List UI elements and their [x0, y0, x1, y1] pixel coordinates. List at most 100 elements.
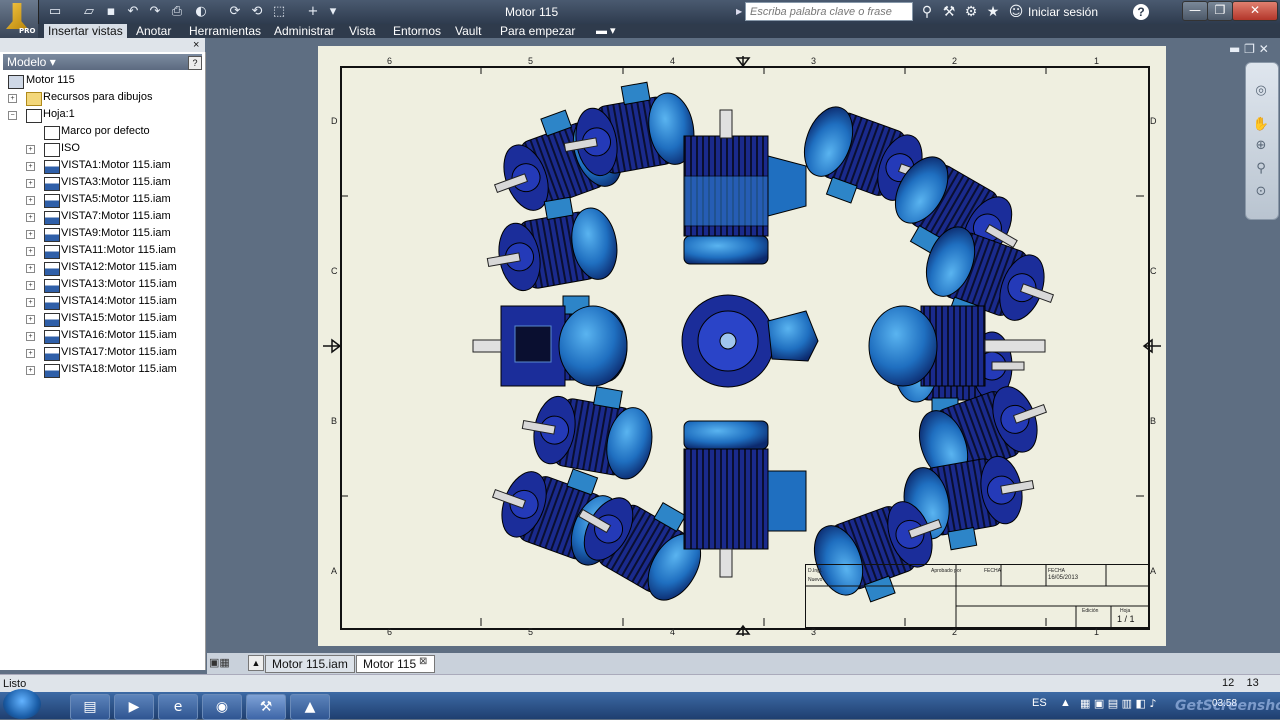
- search-expand-icon[interactable]: ▶: [736, 3, 745, 20]
- tab-anotar[interactable]: Anotar: [132, 24, 175, 38]
- browser-close-icon[interactable]: ×: [193, 39, 199, 51]
- tree-item-view[interactable]: + VISTA17:Motor 115.iam: [0, 345, 204, 362]
- motor-view-front: [681, 294, 819, 388]
- save-icon[interactable]: ▪: [102, 3, 120, 21]
- subscription-icon[interactable]: ⚙: [962, 3, 980, 21]
- tools-icon[interactable]: ⚒: [940, 3, 958, 21]
- tab-herramientas[interactable]: Herramientas: [185, 24, 265, 38]
- tab-vault[interactable]: Vault: [451, 24, 485, 38]
- vlc-icon[interactable]: ▲: [290, 694, 330, 720]
- tree-item-iso[interactable]: + ISO: [0, 141, 204, 158]
- tab-administrar[interactable]: Administrar: [270, 24, 339, 38]
- status-numbers: 12 13: [1222, 677, 1259, 689]
- update-all-icon[interactable]: ⟲: [248, 3, 266, 21]
- pan-icon[interactable]: ✋: [1252, 116, 1270, 134]
- tile-windows-icon[interactable]: ▣▦: [209, 656, 230, 669]
- update-icon[interactable]: ⟳: [226, 3, 244, 21]
- tree-item-view[interactable]: + VISTA1:Motor 115.iam: [0, 158, 204, 175]
- tree-item-view[interactable]: + VISTA15:Motor 115.iam: [0, 311, 204, 328]
- border-icon: [44, 126, 60, 140]
- search-input[interactable]: Escriba palabra clave o frase: [745, 2, 913, 21]
- zoom-icon[interactable]: ⚲: [1252, 160, 1270, 178]
- zoom-window-icon[interactable]: ⊙: [1252, 183, 1270, 201]
- new-icon[interactable]: ▭: [46, 3, 64, 21]
- motor-drawing[interactable]: [318, 46, 1166, 646]
- motor-views: [472, 81, 1055, 603]
- ribbon-options-icon[interactable]: ▬ ▾: [596, 24, 616, 37]
- expand-icon[interactable]: +: [26, 366, 35, 375]
- start-button[interactable]: [3, 689, 41, 719]
- expand-icon[interactable]: +: [26, 145, 35, 154]
- tree-item-view[interactable]: + VISTA5:Motor 115.iam: [0, 192, 204, 209]
- help-icon[interactable]: ?: [1133, 4, 1149, 20]
- expand-icon[interactable]: +: [8, 94, 17, 103]
- document-window-controls[interactable]: ▬ ❐ ✕: [1229, 42, 1269, 56]
- print-icon[interactable]: ⎙: [168, 3, 186, 21]
- tab-insertar-vistas[interactable]: Insertar vistas: [44, 24, 127, 38]
- binoculars-icon[interactable]: ⚲: [918, 3, 936, 21]
- internet-explorer-icon[interactable]: e: [158, 694, 198, 720]
- language-indicator[interactable]: ES: [1032, 697, 1047, 709]
- media-player-icon[interactable]: ▶: [114, 694, 154, 720]
- user-icon[interactable]: ☺: [1007, 3, 1025, 21]
- steering-wheel-icon[interactable]: ◎: [1252, 82, 1270, 100]
- expand-icon[interactable]: +: [26, 281, 35, 290]
- tree-item-view[interactable]: + VISTA9:Motor 115.iam: [0, 226, 204, 243]
- expand-icon[interactable]: +: [26, 247, 35, 256]
- expand-icon[interactable]: +: [26, 196, 35, 205]
- browser-header[interactable]: Modelo ▾: [3, 54, 202, 70]
- tree-item-hoja[interactable]: − Hoja:1: [0, 107, 204, 124]
- close-button[interactable]: ✕: [1232, 1, 1278, 21]
- expand-icon[interactable]: +: [26, 213, 35, 222]
- tree-item-marco[interactable]: Marco por defecto: [0, 124, 204, 141]
- collapse-icon[interactable]: −: [8, 111, 17, 120]
- select-icon[interactable]: ⬚: [270, 3, 288, 21]
- expand-icon[interactable]: +: [26, 315, 35, 324]
- status-bar: Listo: [0, 674, 1280, 693]
- tab-entornos[interactable]: Entornos: [389, 24, 445, 38]
- drawing-view-icon: [44, 194, 60, 208]
- restore-button[interactable]: ❐: [1207, 1, 1233, 21]
- inventor-taskbar-icon[interactable]: ⚒: [246, 694, 286, 720]
- drawing-view-icon: [44, 313, 60, 327]
- expand-icon[interactable]: +: [26, 332, 35, 341]
- return-icon[interactable]: ◐: [192, 3, 210, 21]
- firefox-icon[interactable]: ◉: [202, 694, 242, 720]
- tray-icons[interactable]: ▦ ▣ ▤ ▥ ◧ ♪: [1080, 697, 1156, 710]
- expand-icon[interactable]: +: [26, 162, 35, 171]
- expand-icon[interactable]: +: [26, 179, 35, 188]
- add-icon[interactable]: +: [304, 3, 322, 21]
- signin-button[interactable]: Iniciar sesión: [1028, 5, 1098, 19]
- tree-item-motor[interactable]: Motor 115: [0, 73, 204, 90]
- application-menu-button[interactable]: PRO: [0, 0, 39, 38]
- undo-icon[interactable]: ↶: [124, 3, 142, 21]
- tab-motor-115-iam[interactable]: Motor 115.iam: [265, 655, 355, 673]
- tree-item-view[interactable]: + VISTA13:Motor 115.iam: [0, 277, 204, 294]
- tab-para-empezar[interactable]: Para empezar: [496, 24, 579, 38]
- redo-icon[interactable]: ↷: [146, 3, 164, 21]
- tree-item-view[interactable]: + VISTA11:Motor 115.iam: [0, 243, 204, 260]
- tree-item-view[interactable]: + VISTA14:Motor 115.iam: [0, 294, 204, 311]
- tree-item-view[interactable]: + VISTA18:Motor 115.iam: [0, 362, 204, 379]
- expand-icon[interactable]: +: [26, 298, 35, 307]
- favorites-star-icon[interactable]: ★: [984, 3, 1002, 21]
- browser-help-icon[interactable]: ?: [188, 56, 202, 70]
- tree-item-view[interactable]: + VISTA7:Motor 115.iam: [0, 209, 204, 226]
- browser-title[interactable]: Modelo ▾: [3, 55, 56, 69]
- expand-icon[interactable]: +: [26, 230, 35, 239]
- explorer-icon[interactable]: ▤: [70, 694, 110, 720]
- open-icon[interactable]: ▱: [80, 3, 98, 21]
- tree-item-view[interactable]: + VISTA3:Motor 115.iam: [0, 175, 204, 192]
- tree-item-view[interactable]: + VISTA16:Motor 115.iam: [0, 328, 204, 345]
- tree-item-recursos[interactable]: + Recursos para dibujos: [0, 90, 204, 107]
- tree-item-view[interactable]: + VISTA12:Motor 115.iam: [0, 260, 204, 277]
- tab-vista[interactable]: Vista: [345, 24, 379, 38]
- tab-menu-icon[interactable]: ▲: [248, 655, 264, 671]
- show-hidden-icons[interactable]: ▲: [1060, 697, 1071, 709]
- tab-close-icon[interactable]: ⊠: [419, 656, 427, 667]
- minimize-button[interactable]: —: [1182, 1, 1208, 21]
- zoom-all-icon[interactable]: ⊕: [1252, 137, 1270, 155]
- expand-icon[interactable]: +: [26, 349, 35, 358]
- expand-icon[interactable]: +: [26, 264, 35, 273]
- customize-quick-access-icon[interactable]: ▾: [324, 3, 342, 21]
